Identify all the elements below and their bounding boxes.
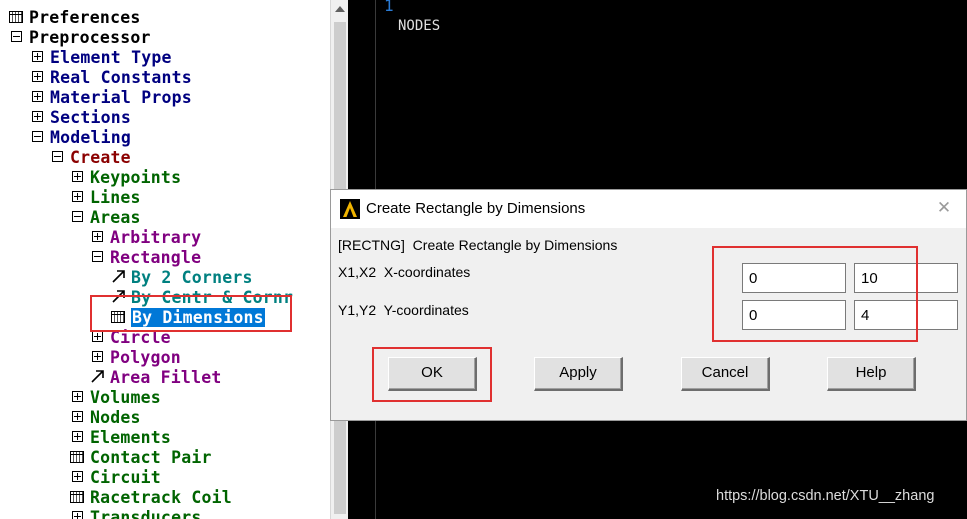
tree-item-label: Elements bbox=[90, 428, 172, 447]
tree-item-label: Area Fillet bbox=[110, 368, 222, 387]
tree-item-by-dimensions[interactable]: By Dimensions bbox=[111, 308, 265, 328]
tree-item-circuit[interactable]: Circuit bbox=[72, 468, 161, 488]
close-icon[interactable]: ✕ bbox=[936, 199, 952, 217]
tree-item-label: Preferences bbox=[29, 8, 141, 27]
expand-icon[interactable] bbox=[32, 111, 43, 122]
tree-item-circle[interactable]: Circle bbox=[92, 328, 171, 348]
pick-arrow-icon bbox=[112, 289, 125, 303]
pick-arrow-icon bbox=[112, 269, 125, 283]
tree-item-label: Arbitrary bbox=[110, 228, 202, 247]
tool-icon bbox=[70, 450, 84, 463]
tree-item-label: Volumes bbox=[90, 388, 161, 407]
tool-icon bbox=[9, 10, 23, 23]
tree-item-label: By 2 Corners bbox=[131, 268, 253, 287]
tree-item-rectangle[interactable]: Rectangle bbox=[92, 248, 201, 268]
watermark: https://blog.csdn.net/XTU__zhang bbox=[716, 488, 935, 504]
tree-item-preferences[interactable]: Preferences bbox=[9, 8, 140, 28]
x1-input[interactable] bbox=[742, 263, 846, 293]
expand-icon[interactable] bbox=[72, 391, 83, 402]
tree-item-keypoints[interactable]: Keypoints bbox=[72, 168, 181, 188]
tree-item-volumes[interactable]: Volumes bbox=[72, 388, 161, 408]
y1-input[interactable] bbox=[742, 300, 846, 330]
tree-item-nodes[interactable]: Nodes bbox=[72, 408, 141, 428]
y-coordinates-label: Y1,Y2 Y-coordinates bbox=[338, 302, 469, 318]
tree-item-label: Nodes bbox=[90, 408, 141, 427]
tree-item-label: Rectangle bbox=[110, 248, 202, 267]
y2-input[interactable] bbox=[854, 300, 958, 330]
tree-item-by-centr-cornr[interactable]: By Centr & Cornr bbox=[111, 288, 293, 308]
collapse-icon[interactable] bbox=[92, 251, 103, 262]
cancel-button[interactable]: Cancel bbox=[681, 357, 770, 391]
tree-item-label: Modeling bbox=[50, 128, 132, 147]
tree-item-create[interactable]: Create bbox=[52, 148, 131, 168]
expand-icon[interactable] bbox=[72, 511, 83, 519]
tree-item-preprocessor[interactable]: Preprocessor bbox=[11, 28, 151, 48]
tree-item-modeling[interactable]: Modeling bbox=[32, 128, 131, 148]
ansys-logo-icon bbox=[340, 199, 360, 219]
tree-item-label: By Dimensions bbox=[131, 308, 265, 327]
tree-item-label: Circuit bbox=[90, 468, 161, 487]
tree-item-label: Create bbox=[70, 148, 131, 167]
create-rectangle-dialog: Create Rectangle by Dimensions ✕ [RECTNG… bbox=[330, 189, 967, 421]
tree-item-arbitrary[interactable]: Arbitrary bbox=[92, 228, 201, 248]
pick-arrow-icon bbox=[91, 369, 104, 383]
tree-item-label: Polygon bbox=[110, 348, 181, 367]
expand-icon[interactable] bbox=[72, 431, 83, 442]
expand-icon[interactable] bbox=[32, 51, 43, 62]
x2-input[interactable] bbox=[854, 263, 958, 293]
collapse-icon[interactable] bbox=[32, 131, 43, 142]
dialog-titlebar[interactable]: Create Rectangle by Dimensions ✕ bbox=[331, 190, 966, 228]
tree-item-material-props[interactable]: Material Props bbox=[32, 88, 192, 108]
tree-item-label: Circle bbox=[110, 328, 171, 347]
tree-item-label: Preprocessor bbox=[29, 28, 151, 47]
tree-item-element-type[interactable]: Element Type bbox=[32, 48, 172, 68]
tool-icon bbox=[70, 490, 84, 503]
apply-button[interactable]: Apply bbox=[534, 357, 623, 391]
ok-button[interactable]: OK bbox=[388, 357, 477, 391]
tree-item-lines[interactable]: Lines bbox=[72, 188, 141, 208]
x-coordinates-label: X1,X2 X-coordinates bbox=[338, 264, 471, 280]
tree-item-label: Real Constants bbox=[50, 68, 192, 87]
tree-item-label: Sections bbox=[50, 108, 132, 127]
tree-item-sections[interactable]: Sections bbox=[32, 108, 131, 128]
expand-icon[interactable] bbox=[32, 71, 43, 82]
window-number: 1 bbox=[384, 0, 394, 15]
collapse-icon[interactable] bbox=[72, 211, 83, 222]
tree-item-label: Contact Pair bbox=[90, 448, 212, 467]
expand-icon[interactable] bbox=[32, 91, 43, 102]
expand-icon[interactable] bbox=[72, 411, 83, 422]
expand-icon[interactable] bbox=[92, 331, 103, 342]
tree-item-label: Areas bbox=[90, 208, 141, 227]
tree-item-label: Keypoints bbox=[90, 168, 182, 187]
tool-icon bbox=[111, 310, 125, 323]
tree-item-transducers[interactable]: Transducers bbox=[72, 508, 201, 519]
tree-item-real-constants[interactable]: Real Constants bbox=[32, 68, 192, 88]
plot-label: NODES bbox=[398, 18, 441, 34]
tree-item-label: Transducers bbox=[90, 508, 202, 519]
dialog-title: Create Rectangle by Dimensions bbox=[366, 200, 586, 217]
expand-icon[interactable] bbox=[72, 191, 83, 202]
expand-icon[interactable] bbox=[92, 351, 103, 362]
tree-item-elements[interactable]: Elements bbox=[72, 428, 171, 448]
tree-item-label: Element Type bbox=[50, 48, 172, 67]
command-label: [RECTNG] Create Rectangle by Dimensions bbox=[338, 237, 618, 253]
tree-item-contact-pair[interactable]: Contact Pair bbox=[70, 448, 212, 468]
tree-item-polygon[interactable]: Polygon bbox=[92, 348, 181, 368]
tree-item-label: Material Props bbox=[50, 88, 192, 107]
tree-item-racetrack-coil[interactable]: Racetrack Coil bbox=[70, 488, 232, 508]
tree-item-label: By Centr & Cornr bbox=[131, 288, 294, 307]
tree-item-label: Racetrack Coil bbox=[90, 488, 232, 507]
main-menu-tree: Preferences Preprocessor Element Type Re… bbox=[0, 0, 330, 519]
expand-icon[interactable] bbox=[72, 471, 83, 482]
collapse-icon[interactable] bbox=[52, 151, 63, 162]
scroll-up-arrow-icon[interactable] bbox=[335, 6, 345, 12]
tree-item-label: Lines bbox=[90, 188, 141, 207]
tree-item-by-2-corners[interactable]: By 2 Corners bbox=[111, 268, 253, 288]
expand-icon[interactable] bbox=[72, 171, 83, 182]
collapse-icon[interactable] bbox=[11, 31, 22, 42]
tree-item-areas[interactable]: Areas bbox=[72, 208, 141, 228]
help-button[interactable]: Help bbox=[827, 357, 916, 391]
expand-icon[interactable] bbox=[92, 231, 103, 242]
tree-item-area-fillet[interactable]: Area Fillet bbox=[90, 368, 221, 388]
